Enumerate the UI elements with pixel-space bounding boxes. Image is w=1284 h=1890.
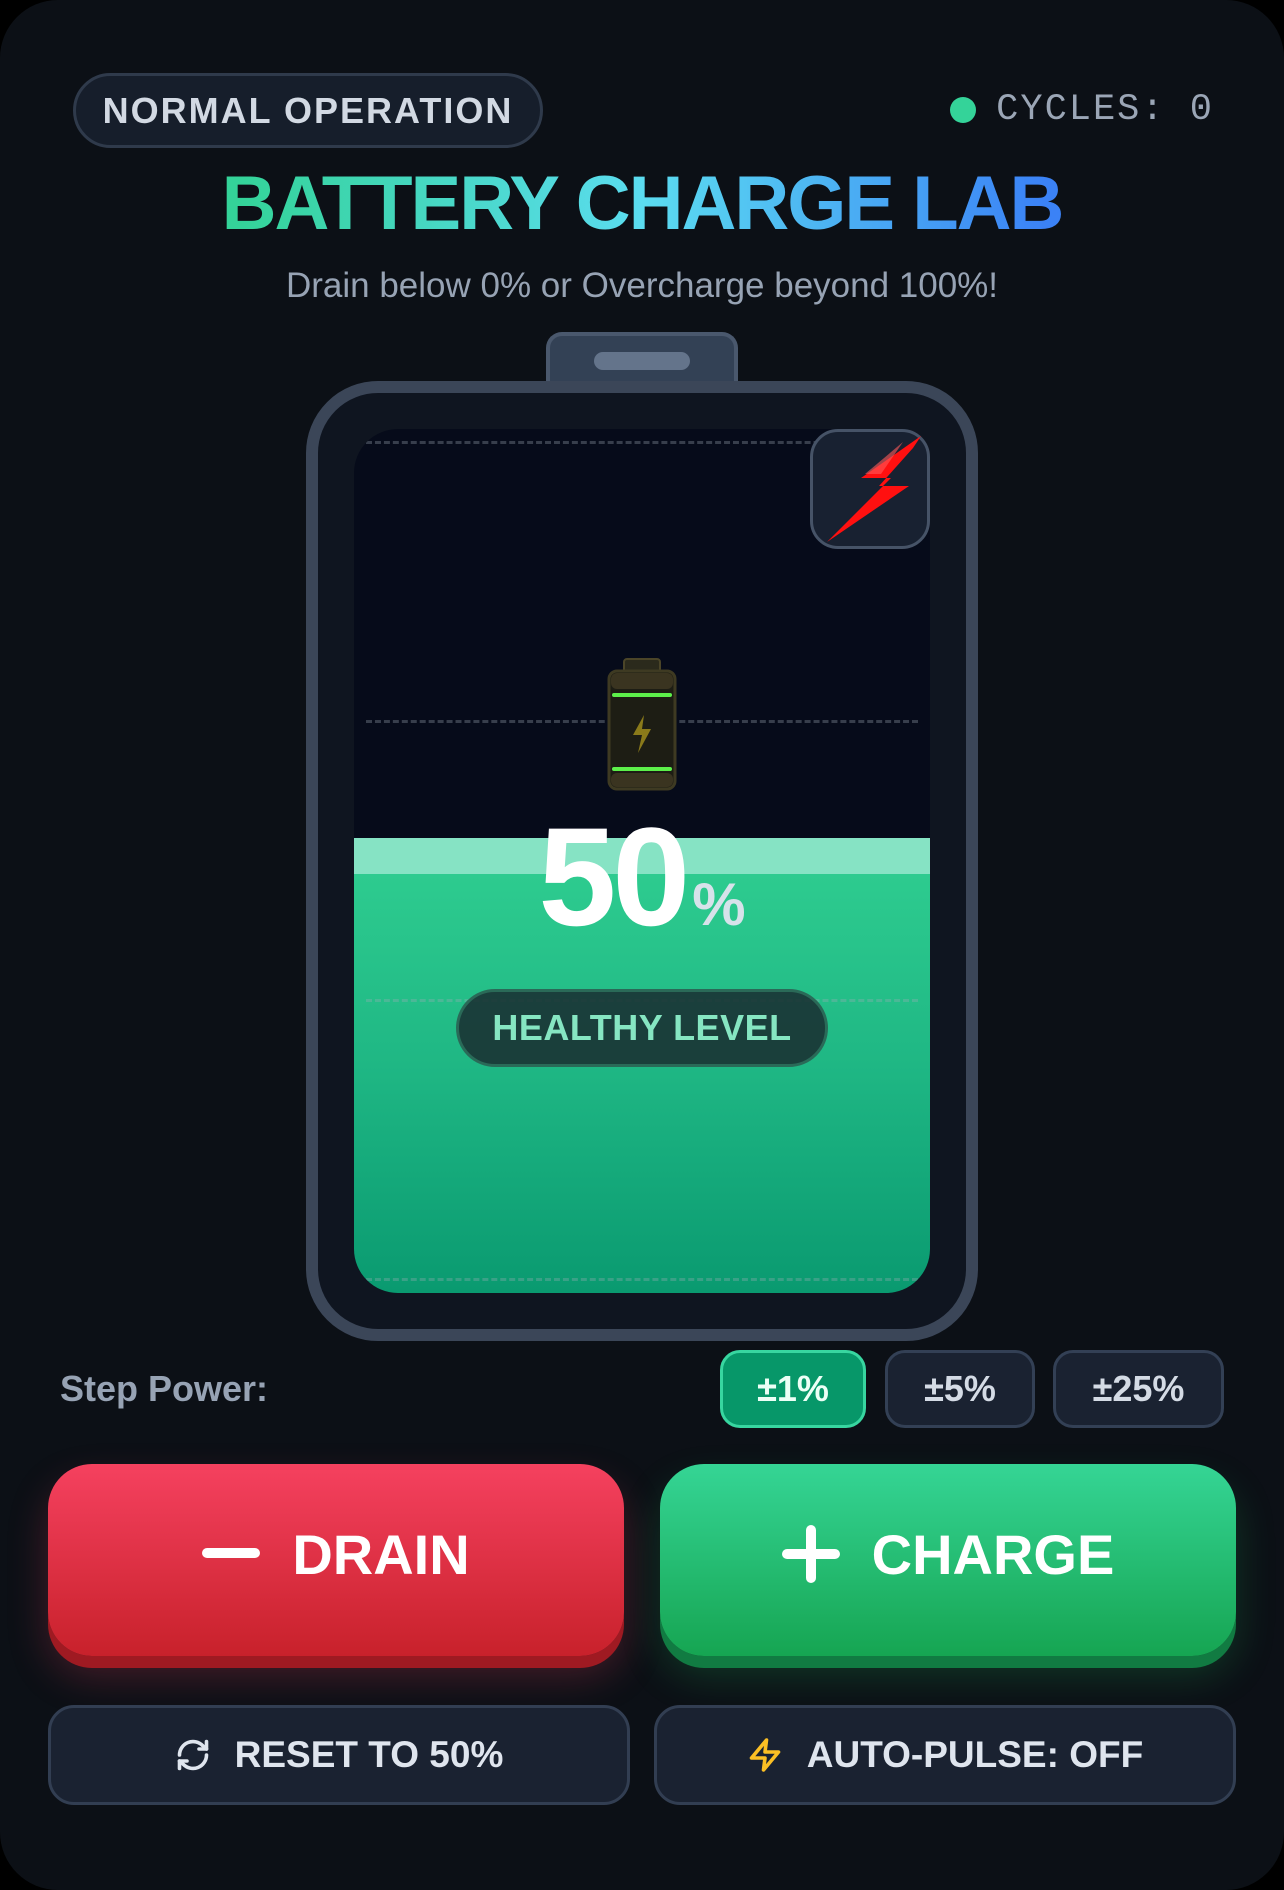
subtitle: Drain below 0% or Overcharge beyond 100%… bbox=[285, 266, 999, 305]
lightning-bolt-button[interactable] bbox=[810, 429, 930, 549]
app-window: NORMAL OPERATION CYCLES: 0 BATTERY CHARG… bbox=[0, 0, 1284, 1890]
auto-pulse-toggle[interactable]: AUTO-PULSE: OFF bbox=[654, 1705, 1236, 1805]
battery-chamber: 50% HEALTHY LEVEL bbox=[354, 429, 930, 1293]
cycle-counter-text: CYCLES: 0 bbox=[996, 89, 1214, 131]
cycle-counter: CYCLES: 0 bbox=[950, 88, 1214, 132]
charge-value: 50 bbox=[538, 798, 690, 955]
status-dot-icon bbox=[950, 97, 977, 123]
battery-icon bbox=[606, 657, 678, 793]
level-status-badge: HEALTHY LEVEL bbox=[456, 989, 828, 1067]
terminal-slot bbox=[594, 352, 690, 370]
refresh-icon bbox=[175, 1737, 211, 1773]
step-option-label: ±5% bbox=[924, 1368, 996, 1409]
minus-icon bbox=[202, 1548, 261, 1560]
charge-button[interactable]: CHARGE bbox=[660, 1464, 1236, 1656]
step-power-label: Step Power: bbox=[60, 1368, 269, 1409]
step-option-label: ±25% bbox=[1092, 1368, 1185, 1409]
drain-label: DRAIN bbox=[292, 1522, 470, 1586]
drain-button[interactable]: DRAIN bbox=[48, 1464, 624, 1656]
scale-line-0 bbox=[366, 1278, 918, 1281]
plus-icon bbox=[781, 1525, 840, 1583]
level-status-text: HEALTHY LEVEL bbox=[492, 1007, 792, 1048]
reset-label: RESET TO 50% bbox=[234, 1734, 504, 1775]
step-option-5[interactable]: ±5% bbox=[885, 1350, 1035, 1428]
charge-percentage: 50% bbox=[354, 807, 930, 991]
reset-button[interactable]: RESET TO 50% bbox=[48, 1705, 630, 1805]
charge-unit: % bbox=[692, 871, 746, 938]
svg-text:BATTERY CHARGE LAB: BATTERY CHARGE LAB bbox=[222, 163, 1063, 246]
lightning-bolt-icon bbox=[827, 436, 921, 542]
step-option-label: ±1% bbox=[757, 1368, 829, 1409]
page-title-text: BATTERY CHARGE LAB bbox=[222, 163, 1065, 246]
status-text: NORMAL OPERATION bbox=[102, 89, 514, 131]
status-badge: NORMAL OPERATION bbox=[73, 73, 543, 148]
page-title: BATTERY CHARGE LAB bbox=[0, 163, 1284, 251]
step-option-25[interactable]: ±25% bbox=[1053, 1350, 1224, 1428]
auto-pulse-label: AUTO-PULSE: OFF bbox=[806, 1734, 1144, 1775]
charge-label: CHARGE bbox=[871, 1522, 1115, 1586]
step-option-1[interactable]: ±1% bbox=[720, 1350, 866, 1428]
lightning-outline-icon bbox=[747, 1736, 783, 1774]
